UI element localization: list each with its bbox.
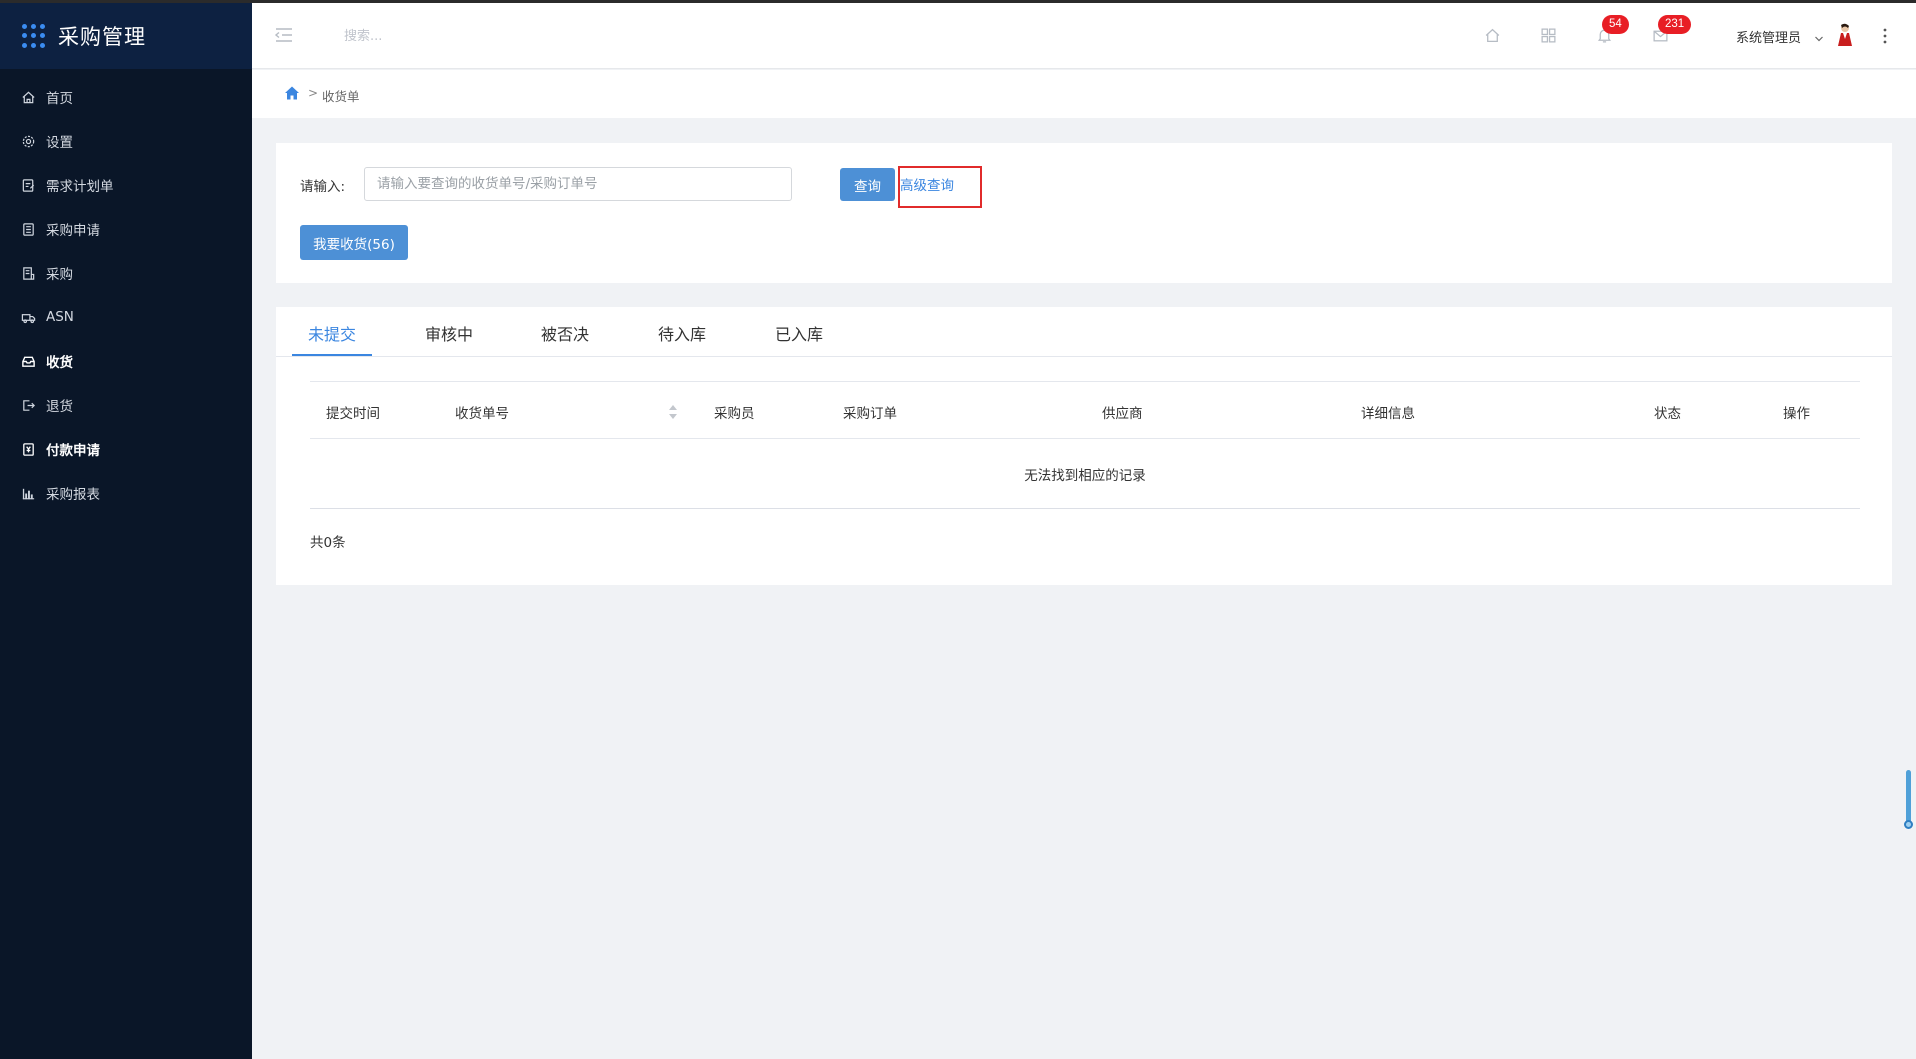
tab-pending-storage[interactable]: 待入库 bbox=[658, 321, 706, 345]
menu-toggle-icon[interactable] bbox=[274, 27, 294, 43]
total-count: 共0条 bbox=[310, 535, 346, 551]
receipts-table: 提交时间 收货单号 采购员 采购订单 供应商 详细信息 状态 操作 无法找到相应… bbox=[310, 381, 1860, 509]
column-header[interactable]: 提交时间 bbox=[326, 402, 380, 422]
bell-icon[interactable]: 54 bbox=[1594, 15, 1629, 45]
sidebar-item-label: 退货 bbox=[46, 399, 73, 415]
sidebar-item-label: 采购 bbox=[46, 267, 73, 283]
sidebar-item-label: 采购申请 bbox=[46, 223, 100, 239]
sidebar-item-label: 采购报表 bbox=[46, 487, 100, 503]
receipt-search-input[interactable] bbox=[364, 167, 792, 201]
sidebar-item-label: 需求计划单 bbox=[46, 179, 114, 195]
sidebar: 采购管理 首页 设置 需求计划单 采购申请 采购 ASN 收货 退货 付款申请 … bbox=[0, 3, 252, 1059]
sidebar-item-demand-plan[interactable]: 需求计划单 bbox=[0, 163, 252, 207]
column-header[interactable]: 采购员 bbox=[714, 402, 755, 422]
document-icon bbox=[20, 221, 36, 237]
sidebar-item-label: 收货 bbox=[46, 355, 73, 371]
sidebar-item-label: 付款申请 bbox=[46, 443, 100, 459]
messages-badge: 231 bbox=[1658, 15, 1692, 34]
breadcrumb-separator: > bbox=[308, 86, 319, 100]
sidebar-nav: 首页 设置 需求计划单 采购申请 采购 ASN 收货 退货 付款申请 采购报表 bbox=[0, 69, 252, 515]
chevron-down-icon[interactable] bbox=[1814, 29, 1824, 42]
sidebar-item-settings[interactable]: 设置 bbox=[0, 119, 252, 163]
empty-state: 无法找到相应的记录 bbox=[310, 439, 1860, 509]
global-search-input[interactable] bbox=[344, 23, 584, 49]
tab-under-review[interactable]: 审核中 bbox=[425, 321, 473, 345]
active-tab-indicator bbox=[292, 354, 372, 356]
breadcrumb: > 收货单 bbox=[252, 70, 1916, 118]
sidebar-item-purchase-request[interactable]: 采购申请 bbox=[0, 207, 252, 251]
sidebar-item-label: ASN bbox=[46, 309, 74, 325]
scrollbar-thumb[interactable] bbox=[1906, 770, 1911, 826]
sidebar-item-label: 首页 bbox=[46, 91, 73, 107]
sidebar-item-purchase-report[interactable]: 采购报表 bbox=[0, 471, 252, 515]
sidebar-item-asn[interactable]: ASN bbox=[0, 295, 252, 339]
avatar[interactable] bbox=[1836, 23, 1854, 47]
query-label: 请输入: bbox=[300, 179, 346, 195]
home-icon[interactable] bbox=[284, 85, 300, 101]
column-header[interactable]: 状态 bbox=[1654, 402, 1681, 422]
truck-icon bbox=[20, 309, 36, 325]
sidebar-item-purchase[interactable]: 采购 bbox=[0, 251, 252, 295]
tab-unsubmitted[interactable]: 未提交 bbox=[308, 321, 356, 345]
window-top-border bbox=[0, 0, 1916, 3]
payment-icon bbox=[20, 441, 36, 457]
apps-icon[interactable] bbox=[1538, 25, 1558, 45]
search-panel: 请输入: 查询 高级查询 我要收货(56) bbox=[276, 143, 1892, 283]
return-icon bbox=[20, 397, 36, 413]
inbox-icon bbox=[20, 353, 36, 369]
scrollbar-handle[interactable] bbox=[1904, 820, 1913, 829]
apps-grid-icon bbox=[22, 24, 46, 48]
highlight-box bbox=[898, 166, 982, 208]
tab-stored[interactable]: 已入库 bbox=[775, 321, 823, 345]
sidebar-item-payment-request[interactable]: 付款申请 bbox=[0, 427, 252, 471]
brand[interactable]: 采购管理 bbox=[0, 3, 252, 69]
top-header: 54 231 系统管理员 bbox=[252, 3, 1916, 69]
column-header[interactable]: 供应商 bbox=[1102, 402, 1143, 422]
sidebar-item-returns[interactable]: 退货 bbox=[0, 383, 252, 427]
column-header[interactable]: 收货单号 bbox=[455, 402, 509, 422]
plan-icon bbox=[20, 177, 36, 193]
status-tabs: 未提交 审核中 被否决 待入库 已入库 bbox=[276, 307, 1892, 357]
sidebar-item-label: 设置 bbox=[46, 135, 73, 151]
sidebar-item-home[interactable]: 首页 bbox=[0, 75, 252, 119]
receipts-panel: 未提交 审核中 被否决 待入库 已入库 提交时间 收货单号 采购员 采购订单 供… bbox=[276, 307, 1892, 585]
column-header[interactable]: 操作 bbox=[1783, 402, 1810, 422]
breadcrumb-current: 收货单 bbox=[322, 89, 360, 104]
sort-icon[interactable] bbox=[668, 404, 678, 420]
bar-chart-icon bbox=[20, 485, 36, 501]
cart-doc-icon bbox=[20, 265, 36, 281]
table-header: 提交时间 收货单号 采购员 采购订单 供应商 详细信息 状态 操作 bbox=[310, 381, 1860, 439]
home-icon bbox=[20, 89, 36, 105]
more-vertical-icon[interactable] bbox=[1880, 27, 1890, 45]
search-button[interactable]: 查询 bbox=[840, 168, 895, 201]
column-header[interactable]: 详细信息 bbox=[1361, 402, 1415, 422]
mail-icon[interactable]: 231 bbox=[1650, 15, 1692, 45]
sidebar-item-receiving[interactable]: 收货 bbox=[0, 339, 252, 383]
user-name[interactable]: 系统管理员 bbox=[1736, 27, 1801, 46]
home-icon[interactable] bbox=[1482, 25, 1502, 45]
gear-icon bbox=[20, 133, 36, 149]
notifications-badge: 54 bbox=[1602, 15, 1629, 34]
receive-goods-button[interactable]: 我要收货(56) bbox=[300, 225, 408, 260]
tab-rejected[interactable]: 被否决 bbox=[541, 321, 589, 345]
app-title: 采购管理 bbox=[58, 25, 146, 49]
column-header[interactable]: 采购订单 bbox=[843, 402, 897, 422]
